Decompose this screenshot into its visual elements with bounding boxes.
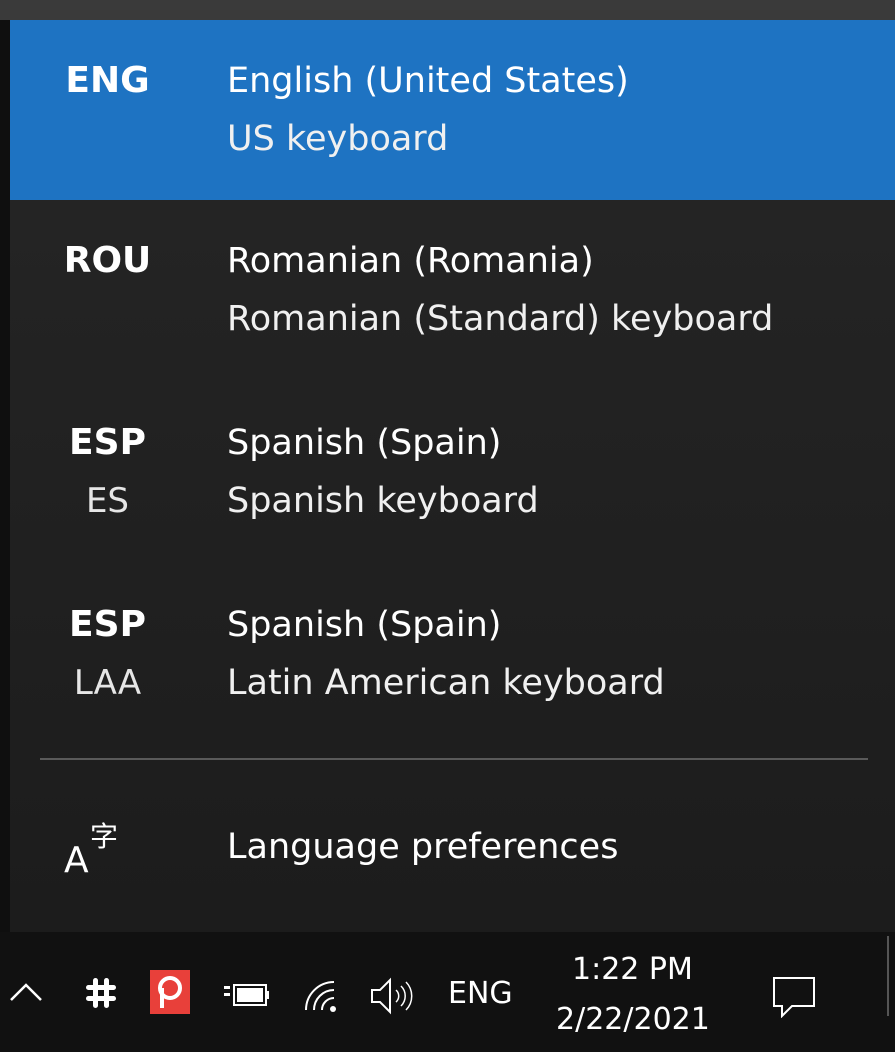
taskbar-date[interactable]: 2/22/2021 bbox=[556, 1002, 710, 1037]
language-item-esp-es[interactable]: ESP ES Spanish (Spain) Spanish keyboard bbox=[10, 400, 895, 570]
language-name: Spanish (Spain) bbox=[227, 423, 502, 463]
language-item-eng-us[interactable]: ENG English (United States) US keyboard bbox=[10, 20, 895, 200]
keyboard-layout: Romanian (Standard) keyboard bbox=[227, 299, 774, 339]
window-top-strip bbox=[0, 0, 895, 20]
language-code: ESP bbox=[69, 422, 146, 463]
input-language-flyout: ENG English (United States) US keyboard … bbox=[10, 20, 895, 932]
keyboard-layout: Latin American keyboard bbox=[227, 663, 665, 703]
svg-text:A: A bbox=[64, 840, 89, 881]
language-name: English (United States) bbox=[227, 61, 629, 101]
svg-text:字: 字 bbox=[90, 820, 118, 853]
language-preferences-link[interactable]: A 字 Language preferences bbox=[10, 802, 895, 892]
language-subcode: ES bbox=[85, 481, 130, 521]
language-item-esp-laa[interactable]: ESP LAA Spanish (Spain) Latin American k… bbox=[10, 580, 895, 750]
language-code: ROU bbox=[63, 240, 152, 281]
language-subcode: LAA bbox=[73, 663, 142, 703]
language-name: Romanian (Romania) bbox=[227, 241, 594, 281]
volume-icon[interactable] bbox=[368, 976, 414, 1020]
language-item-rou[interactable]: ROU Romanian (Romania) Romanian (Standar… bbox=[10, 220, 895, 390]
notification-icon[interactable] bbox=[770, 974, 818, 1022]
slack-icon[interactable] bbox=[84, 976, 118, 1014]
taskbar-language-indicator[interactable]: ENG bbox=[448, 976, 513, 1011]
language-code: ENG bbox=[65, 60, 150, 101]
language-code: ESP bbox=[69, 604, 146, 645]
taskbar-time[interactable]: 1:22 PM bbox=[572, 952, 693, 987]
battery-charging-icon[interactable] bbox=[222, 982, 272, 1012]
keyboard-layout: US keyboard bbox=[227, 119, 449, 159]
language-name: Spanish (Spain) bbox=[227, 605, 502, 645]
wifi-icon[interactable] bbox=[300, 976, 344, 1020]
divider bbox=[40, 758, 868, 760]
show-desktop-divider[interactable] bbox=[887, 936, 889, 1016]
keyboard-layout: Spanish keyboard bbox=[227, 481, 539, 521]
language-preferences-label: Language preferences bbox=[227, 827, 619, 867]
chevron-up-icon[interactable] bbox=[8, 980, 44, 1008]
language-preferences-icon: A 字 bbox=[60, 812, 140, 882]
app-red-p-icon[interactable] bbox=[150, 970, 190, 1018]
taskbar: ENG 1:22 PM 2/22/2021 bbox=[0, 932, 895, 1052]
